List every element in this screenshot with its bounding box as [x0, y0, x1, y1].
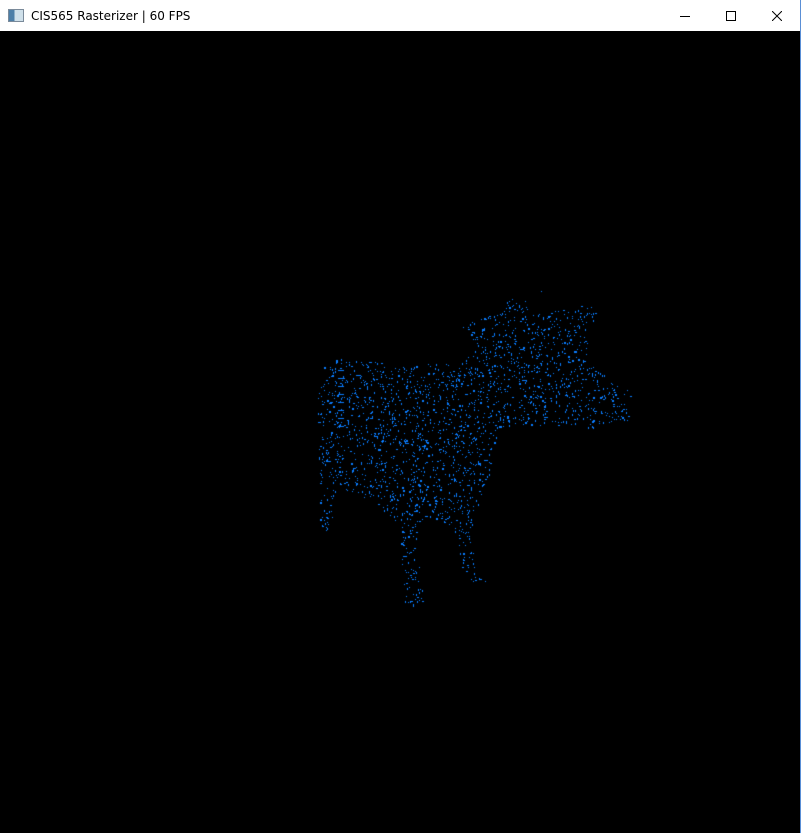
- app-icon: [8, 9, 24, 22]
- maximize-icon: [726, 10, 736, 21]
- render-viewport[interactable]: [0, 31, 800, 833]
- maximize-button[interactable]: [708, 0, 754, 31]
- minimize-icon: [680, 15, 690, 17]
- window-title: CIS565 Rasterizer | 60 FPS: [31, 8, 191, 23]
- app-window: CIS565 Rasterizer | 60 FPS: [0, 0, 801, 833]
- cow-point-cloud: [0, 31, 800, 833]
- close-button[interactable]: [754, 0, 800, 31]
- minimize-button[interactable]: [662, 0, 708, 31]
- window-controls: [662, 0, 800, 31]
- close-icon: [772, 10, 782, 21]
- title-bar[interactable]: CIS565 Rasterizer | 60 FPS: [0, 0, 800, 31]
